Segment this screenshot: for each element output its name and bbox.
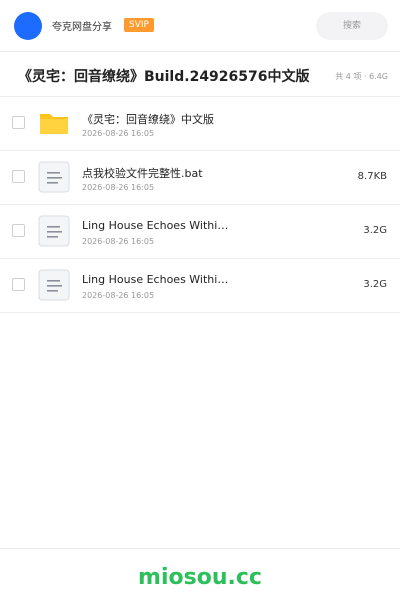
folder-icon bbox=[40, 114, 68, 134]
svip-badge: SVIP bbox=[124, 18, 154, 32]
footer: miosou.cc bbox=[0, 548, 400, 600]
file-row[interactable]: Ling House Echoes Within.part2.rar 2026-… bbox=[0, 259, 400, 313]
file-date: 2026-08-26 16:05 bbox=[82, 237, 155, 246]
row-checkbox[interactable] bbox=[12, 170, 25, 183]
file-row[interactable]: Ling House Echoes Within.part1.rar 2026-… bbox=[0, 205, 400, 259]
file-date: 2026-08-26 16:05 bbox=[82, 129, 155, 138]
search-input[interactable] bbox=[316, 12, 388, 40]
file-size: 3.2G bbox=[363, 279, 387, 290]
footer-brand[interactable]: miosou.cc bbox=[138, 565, 262, 590]
document-icon bbox=[38, 161, 70, 193]
avatar[interactable] bbox=[14, 12, 42, 40]
title-bar: 《灵宅：回音缭绕》Build.24926576中文版 共 4 项 · 6.4G bbox=[0, 53, 400, 97]
page-title: 《灵宅：回音缭绕》Build.24926576中文版 bbox=[18, 69, 310, 85]
item-summary: 共 4 项 · 6.4G bbox=[335, 72, 388, 81]
file-size: 8.7KB bbox=[357, 171, 387, 182]
file-date: 2026-08-26 16:05 bbox=[82, 291, 155, 300]
file-name[interactable]: 《灵宅：回音缭绕》中文版 bbox=[82, 111, 232, 127]
document-icon bbox=[38, 269, 70, 301]
row-checkbox[interactable] bbox=[12, 116, 25, 129]
row-checkbox[interactable] bbox=[12, 224, 25, 237]
file-row[interactable]: 点我校验文件完整性.bat 2026-08-26 16:05 8.7KB bbox=[0, 151, 400, 205]
file-name[interactable]: Ling House Echoes Within.part1.rar bbox=[82, 219, 232, 232]
document-icon bbox=[38, 215, 70, 247]
brand-name: 夸克网盘分享 bbox=[52, 22, 112, 33]
file-row[interactable]: 《灵宅：回音缭绕》中文版 2026-08-26 16:05 bbox=[0, 97, 400, 151]
row-checkbox[interactable] bbox=[12, 278, 25, 291]
file-name[interactable]: Ling House Echoes Within.part2.rar bbox=[82, 273, 232, 286]
share-page: 夸克网盘分享 SVIP 《灵宅：回音缭绕》Build.24926576中文版 共… bbox=[0, 0, 400, 600]
file-date: 2026-08-26 16:05 bbox=[82, 183, 155, 192]
header: 夸克网盘分享 SVIP bbox=[0, 0, 400, 52]
file-size: 3.2G bbox=[363, 225, 387, 236]
file-list: 《灵宅：回音缭绕》中文版 2026-08-26 16:05 点我校验文件完整性.… bbox=[0, 97, 400, 313]
file-name[interactable]: 点我校验文件完整性.bat bbox=[82, 165, 232, 181]
